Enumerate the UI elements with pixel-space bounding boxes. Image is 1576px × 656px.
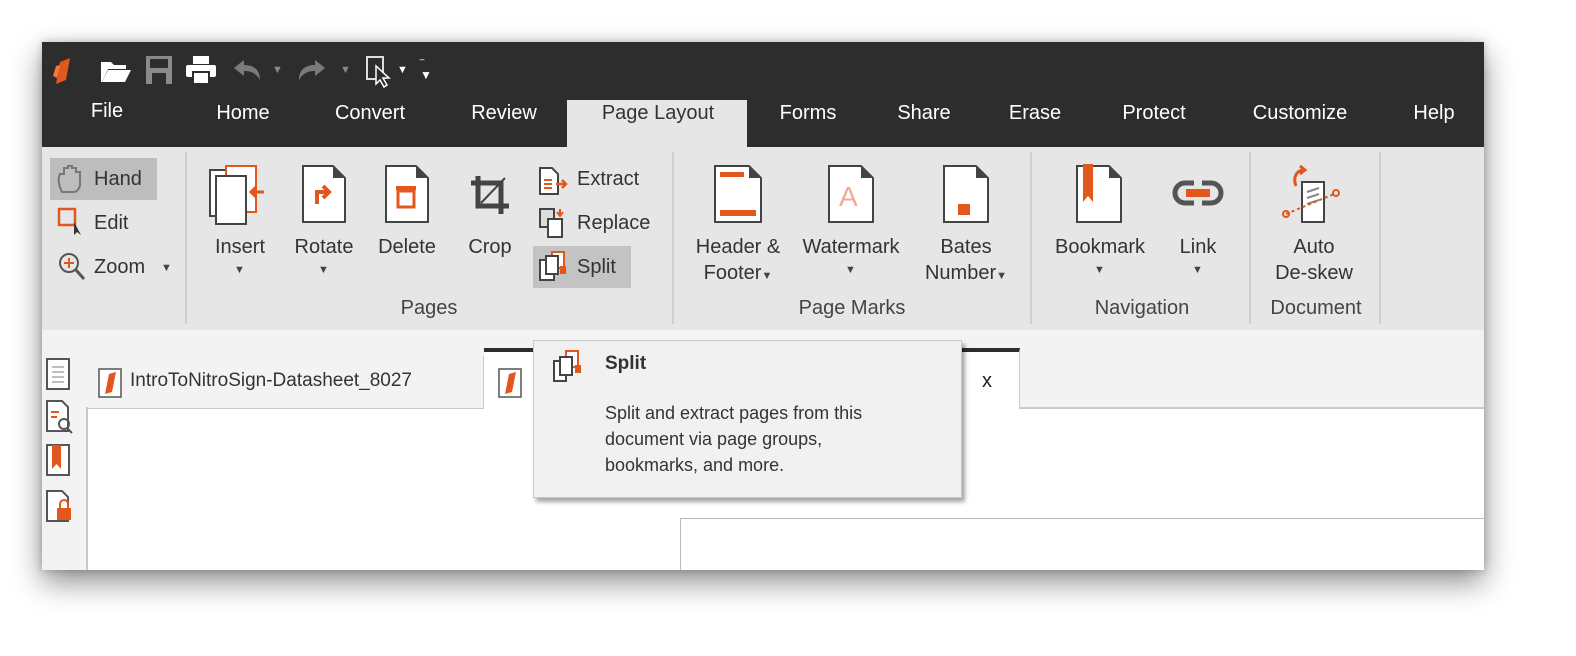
tab-forms[interactable]: Forms [780,102,837,125]
tooltip-title: Split [605,353,646,375]
bookmarks-panel-icon[interactable] [46,444,70,478]
close-tab-button[interactable]: x [982,370,992,393]
split-icon [538,250,570,282]
header-footer-label-2: Footer [704,262,762,284]
watermark-button[interactable]: Watermark [802,234,899,260]
tab-customize[interactable]: Customize [1253,102,1347,125]
security-panel-icon[interactable] [46,490,74,522]
tooltip-line: document via page groups, [605,429,822,450]
pdf-file-icon [498,368,522,398]
bates-dropdown-icon[interactable]: ▼ [996,270,1007,282]
page-marks-group-label: Page Marks [799,297,906,320]
deskew-label-1: Auto [1275,234,1353,260]
deskew-label-2: De-skew [1275,260,1353,286]
crop-icon [469,174,511,216]
select-dropdown-icon[interactable]: ▼ [397,64,408,76]
tab-help[interactable]: Help [1413,102,1454,125]
hand-tool-button[interactable]: Hand [94,168,142,191]
bates-number-button[interactable]: BatesNumber▼ [925,234,1007,289]
customize-qat-icon[interactable]: ‾▼ [420,60,432,80]
header-footer-icon [713,164,763,224]
watermark-icon: A [827,164,875,224]
undo-dropdown-icon[interactable]: ▼ [272,64,283,76]
bates-label-1: Bates [925,234,1007,260]
redo-icon[interactable] [297,58,327,82]
group-separator [1379,152,1381,324]
tab-protect[interactable]: Protect [1122,102,1185,125]
pdf-file-icon [98,368,122,398]
tooltip-line: Split and extract pages from this [605,403,862,424]
crop-button[interactable]: Crop [468,234,511,260]
link-icon [1172,180,1224,206]
bates-label-2: Number [925,262,996,284]
split-tooltip: Split Split and extract pages from this … [533,340,962,498]
open-icon[interactable] [100,58,132,84]
auto-deskew-icon [1282,164,1342,226]
delete-icon [384,164,430,224]
replace-icon [538,207,570,239]
watermark-dropdown-icon[interactable]: ▼ [845,264,856,276]
redo-dropdown-icon[interactable]: ▼ [340,64,351,76]
link-dropdown-icon[interactable]: ▼ [1192,264,1203,276]
header-footer-label-1: Header & [696,234,781,260]
extract-icon [538,166,570,196]
group-separator [1030,152,1032,324]
bookmark-icon [1075,164,1123,224]
tab-convert[interactable]: Convert [335,102,405,125]
hand-icon [56,164,84,194]
navigation-group-label: Navigation [1095,297,1190,320]
zoom-dropdown-icon[interactable]: ▼ [161,262,172,274]
tab-page-layout[interactable]: Page Layout [602,102,714,125]
doc-tab-title: IntroToNitroSign-Datasheet_8027 [130,370,412,392]
edit-icon [56,206,86,236]
header-footer-button[interactable]: Header &Footer▼ [696,234,781,289]
tab-home[interactable]: Home [216,102,269,125]
insert-button[interactable]: Insert [215,234,265,260]
bookmark-button[interactable]: Bookmark [1055,234,1145,260]
bates-number-icon [942,164,990,224]
group-separator [1249,152,1251,324]
group-separator [672,152,674,324]
extract-button[interactable]: Extract [577,168,639,191]
split-label: Split [577,256,616,279]
bookmark-dropdown-icon[interactable]: ▼ [1094,264,1105,276]
nitro-logo [50,56,78,86]
auto-deskew-button[interactable]: AutoDe-skew [1275,234,1353,286]
link-button[interactable]: Link [1180,234,1217,260]
pages-panel-icon[interactable] [46,358,70,390]
tab-file[interactable]: File [91,100,123,123]
edit-tool-button[interactable]: Edit [94,212,128,235]
search-panel-icon[interactable] [46,400,74,434]
document-group-label: Document [1270,297,1361,320]
rotate-button[interactable]: Rotate [295,234,354,260]
insert-icon [208,164,272,226]
nitro-window: ▼ ▼ ▼ ‾▼ File Home Convert Review Page L… [42,42,1484,570]
save-icon[interactable] [145,55,173,85]
tab-review[interactable]: Review [471,102,537,125]
rotate-icon [301,164,347,224]
pages-group-label: Pages [401,297,458,320]
tab-share[interactable]: Share [897,102,950,125]
split-icon [552,349,586,383]
rotate-dropdown-icon[interactable]: ▼ [318,264,329,276]
zoom-icon [58,252,86,282]
group-separator [185,152,187,324]
undo-icon[interactable] [232,58,262,82]
select-tool-icon[interactable] [366,56,394,88]
tab-erase[interactable]: Erase [1009,102,1061,125]
svg-text:A: A [839,181,858,212]
page-preview [680,518,1484,570]
delete-button[interactable]: Delete [378,234,436,260]
header-footer-dropdown-icon[interactable]: ▼ [761,270,772,282]
replace-button[interactable]: Replace [577,212,650,235]
tooltip-line: bookmarks, and more. [605,455,784,476]
print-icon[interactable] [185,55,217,85]
insert-dropdown-icon[interactable]: ▼ [234,264,245,276]
doc-tab-1[interactable]: IntroToNitroSign-Datasheet_8027 [88,356,484,408]
zoom-tool-button[interactable]: Zoom [94,256,145,279]
